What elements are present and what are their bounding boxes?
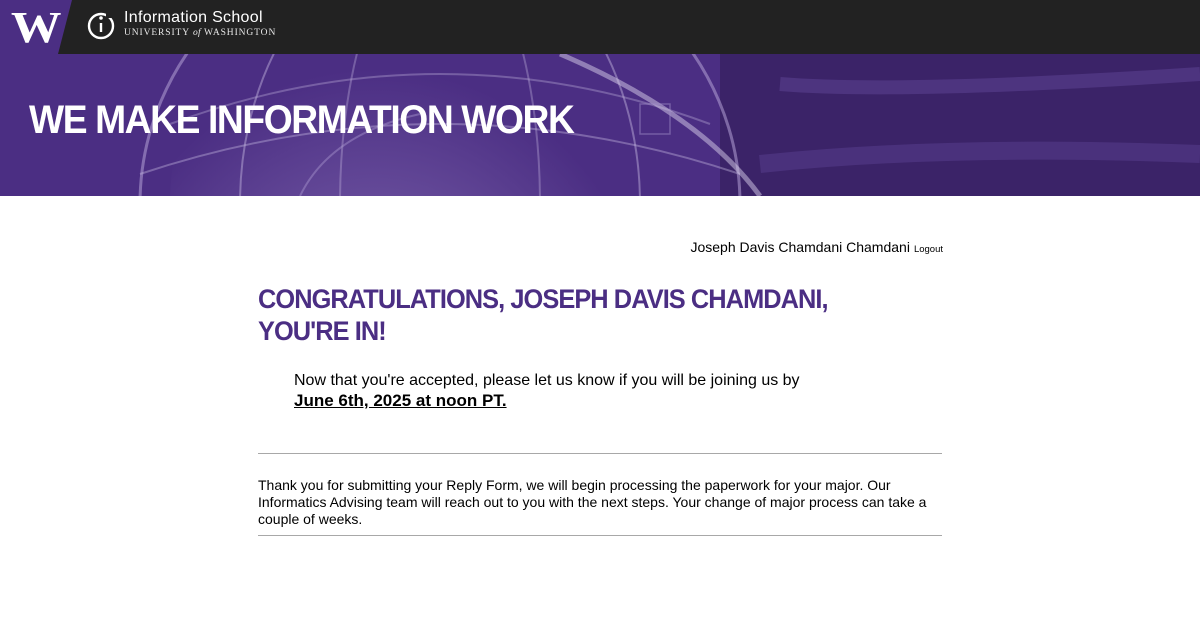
user-name: Joseph Davis Chamdani Chamdani <box>690 239 910 255</box>
svg-text:W: W <box>11 4 61 52</box>
congratulations-heading: CONGRATULATIONS, JOSEPH DAVIS CHAMDANI, … <box>258 284 829 346</box>
thank-you-message: Thank you for submitting your Reply Form… <box>258 477 927 527</box>
university-of: of <box>192 28 201 38</box>
acceptance-message: Now that you're accepted, please let us … <box>294 371 854 411</box>
school-name[interactable]: Information School <box>124 9 263 27</box>
university-prefix: UNIVERSITY <box>124 28 190 38</box>
ischool-logo-icon[interactable] <box>86 9 118 41</box>
deadline-text: June 6th, 2025 at noon PT. <box>294 391 507 410</box>
university-suffix: WASHINGTON <box>204 28 277 38</box>
hero-banner: WE MAKE INFORMATION WORK <box>0 54 1200 196</box>
logout-link[interactable]: Logout <box>914 244 943 255</box>
university-name: UNIVERSITY of WASHINGTON <box>124 28 276 38</box>
user-info: Joseph Davis Chamdani Chamdani Logout <box>690 239 943 255</box>
divider <box>258 453 942 454</box>
hero-title: WE MAKE INFORMATION WORK <box>29 98 575 142</box>
uw-logo[interactable]: W <box>0 0 72 54</box>
top-bar: W Information School UNIVERSITY of WASHI… <box>0 0 1200 54</box>
divider <box>258 535 942 536</box>
acceptance-text: Now that you're accepted, please let us … <box>294 372 800 389</box>
